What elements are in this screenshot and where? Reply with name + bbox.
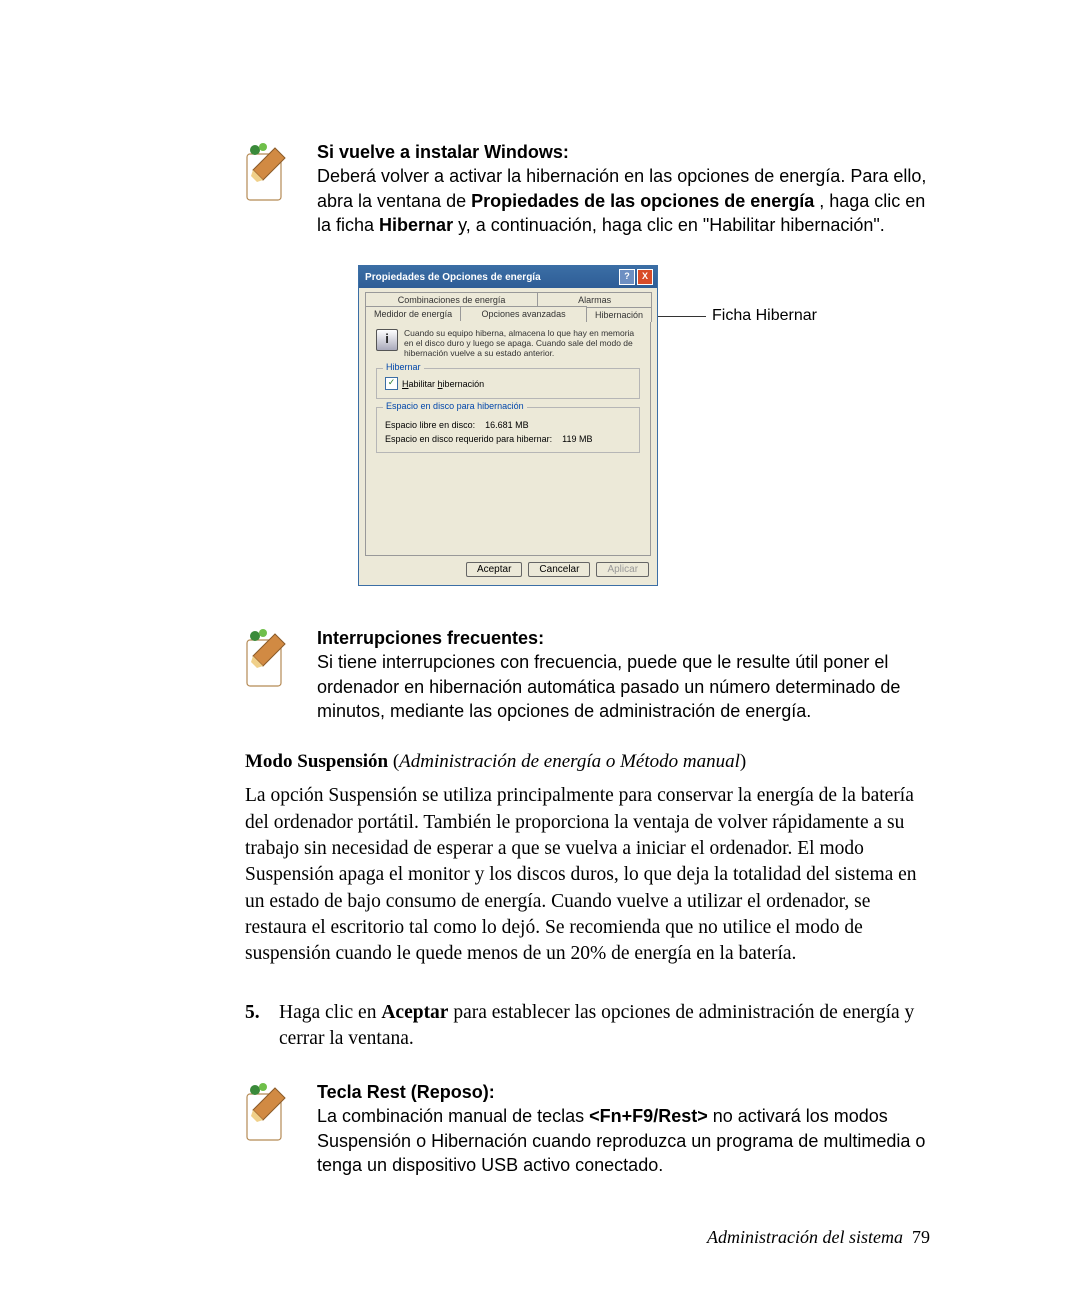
apply-button: Aplicar — [596, 562, 649, 577]
body-paragraph: La opción Suspensión se utiliza principa… — [245, 783, 930, 967]
free-disk-label: Espacio libre en disco: — [385, 420, 475, 430]
step-number: 5. — [245, 1000, 279, 1053]
step-b1: Aceptar — [381, 1002, 448, 1023]
tab-advanced[interactable]: Opciones avanzadas — [460, 306, 587, 321]
note1-bold2: Hibernar — [379, 215, 453, 235]
callout-line-icon — [658, 316, 706, 317]
heading-bold: Modo Suspensión — [245, 751, 388, 772]
accept-button[interactable]: Aceptar — [466, 562, 522, 577]
note-rest-key: Tecla Rest (Reposo): La combinación manu… — [245, 1080, 930, 1177]
dialog-info-text: Cuando su equipo hiberna, almacena lo qu… — [404, 329, 640, 358]
section-heading: Modo Suspensión (Administración de energ… — [245, 751, 930, 773]
note-reinstall-windows: Si vuelve a instalar Windows: Deberá vol… — [245, 140, 930, 237]
step-5: 5. Haga clic en Aceptar para establecer … — [245, 1000, 930, 1053]
close-button[interactable]: X — [637, 269, 653, 285]
note-frequent-interruptions: Interrupciones frecuentes: Si tiene inte… — [245, 626, 930, 723]
group-hibernate-legend: Hibernar — [383, 362, 424, 372]
note2-title: Interrupciones frecuentes: — [317, 628, 544, 648]
heading-italic: Administración de energía o Método manua… — [399, 751, 740, 772]
free-disk-value: 16.681 MB — [485, 420, 529, 430]
tab-alarms[interactable]: Alarmas — [537, 292, 652, 307]
pencil-note-icon — [245, 628, 303, 723]
pencil-note-icon — [245, 1082, 303, 1177]
tab-hibernation[interactable]: Hibernación — [586, 307, 652, 322]
dialog-title: Propiedades de Opciones de energía — [365, 272, 541, 283]
info-icon: i — [376, 329, 398, 351]
figure-dialog: Propiedades de Opciones de energía ? X C… — [245, 265, 930, 586]
req-disk-value: 119 MB — [562, 434, 592, 444]
cancel-button[interactable]: Cancelar — [528, 562, 590, 577]
footer-text: Administración del sistema — [707, 1227, 903, 1247]
enable-hibernation-checkbox[interactable]: ✓ — [385, 377, 398, 390]
group-disk-legend: Espacio en disco para hibernación — [383, 401, 527, 411]
note3-b1: <Fn+F9/Rest> — [589, 1106, 708, 1126]
note3-t1: La combinación manual de teclas — [317, 1106, 589, 1126]
enable-hibernation-label: HHabilitar hibernaciónabilitar hibernaci… — [402, 379, 484, 389]
step-t1: Haga clic en — [279, 1002, 381, 1023]
document-page: Si vuelve a instalar Windows: Deberá vol… — [0, 0, 1080, 1308]
note2-body: Si tiene interrupciones con frecuencia, … — [317, 652, 900, 721]
callout-hibernate-tab: Ficha Hibernar — [658, 307, 817, 325]
pencil-note-icon — [245, 142, 303, 237]
power-options-dialog: Propiedades de Opciones de energía ? X C… — [358, 265, 658, 586]
req-disk-label: Espacio en disco requerido para hibernar… — [385, 434, 552, 444]
page-number: 79 — [912, 1227, 930, 1247]
tab-combinations[interactable]: Combinaciones de energía — [365, 292, 538, 307]
note1-fragment3: y, a continuación, haga clic en "Habilit… — [453, 215, 885, 235]
tab-meter[interactable]: Medidor de energía — [365, 306, 461, 321]
paren-close: ) — [740, 751, 746, 772]
note3-title: Tecla Rest (Reposo): — [317, 1082, 495, 1102]
dialog-titlebar: Propiedades de Opciones de energía ? X — [359, 266, 657, 288]
callout-label: Ficha Hibernar — [712, 307, 817, 325]
help-button[interactable]: ? — [619, 269, 635, 285]
note1-bold1: Propiedades de las opciones de energía — [471, 191, 814, 211]
note1-title: Si vuelve a instalar Windows: — [317, 142, 569, 162]
page-footer: Administración del sistema 79 — [245, 1227, 930, 1248]
